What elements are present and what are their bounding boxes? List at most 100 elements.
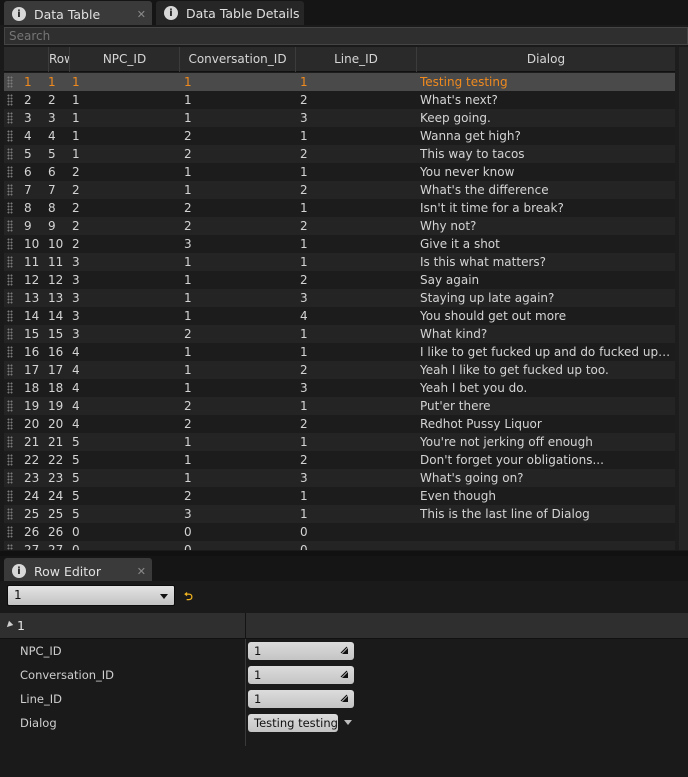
table-row[interactable]: 7 7 2 1 2 What's the difference: [4, 181, 675, 199]
chevron-down-icon[interactable]: [344, 720, 352, 725]
npc-id-field[interactable]: 1: [248, 642, 354, 660]
cell-npc-id: 3: [72, 291, 80, 305]
drag-handle-icon[interactable]: [7, 220, 13, 232]
drag-handle-icon[interactable]: [7, 274, 13, 286]
cell-dialog: This way to tacos: [420, 147, 525, 161]
drag-handle-icon[interactable]: [7, 202, 13, 214]
table-row[interactable]: 3 3 1 1 3 Keep going.: [4, 109, 675, 127]
drag-handle-icon[interactable]: [7, 184, 13, 196]
drag-handle-icon[interactable]: [7, 418, 13, 430]
tab-data-table[interactable]: i Data Table ✕: [4, 1, 152, 25]
drag-handle-icon[interactable]: [7, 310, 13, 322]
tab-data-table-details[interactable]: i Data Table Details: [156, 1, 304, 25]
table-row[interactable]: 10 10 2 3 1 Give it a shot: [4, 235, 675, 253]
cell-row: 8: [48, 201, 56, 215]
drag-handle-icon[interactable]: [7, 472, 13, 484]
table-row[interactable]: 13 13 3 1 3 Staying up late again?: [4, 289, 675, 307]
drag-handle-icon[interactable]: [7, 130, 13, 142]
close-icon[interactable]: ✕: [137, 8, 146, 21]
table-row[interactable]: 18 18 4 1 3 Yeah I bet you do.: [4, 379, 675, 397]
category-header[interactable]: 1: [0, 613, 688, 639]
cell-line-id: 1: [300, 237, 308, 251]
drag-handle-icon[interactable]: [7, 238, 13, 250]
cell-dialog: Keep going.: [420, 111, 491, 125]
table-row[interactable]: 5 5 1 2 2 This way to tacos: [4, 145, 675, 163]
cell-line-id: 1: [300, 327, 308, 341]
drag-resize-icon[interactable]: [339, 669, 349, 679]
column-header-row[interactable]: Row: [48, 47, 69, 72]
cell-row: 15: [48, 327, 64, 341]
table-row[interactable]: 11 11 3 1 1 Is this what matters?: [4, 253, 675, 271]
drag-handle-icon[interactable]: [7, 76, 13, 88]
table-row[interactable]: 4 4 1 2 1 Wanna get high?: [4, 127, 675, 145]
table-row[interactable]: 20 20 4 2 2 Redhot Pussy Liquor: [4, 415, 675, 433]
line-id-field[interactable]: 1: [248, 690, 354, 708]
reset-arrow-icon[interactable]: ⮌: [184, 588, 193, 607]
cell-row: 5: [48, 147, 56, 161]
table-row[interactable]: 24 24 5 2 1 Even though: [4, 487, 675, 505]
dialog-field[interactable]: Testing testing: [248, 714, 338, 732]
cell-line-id: 2: [300, 183, 308, 197]
drag-handle-icon[interactable]: [7, 328, 13, 340]
column-header-npc-id[interactable]: NPC_ID: [69, 47, 179, 72]
column-header-dialog[interactable]: Dialog: [416, 47, 675, 72]
cell-npc-id: 5: [72, 435, 80, 449]
drag-handle-icon[interactable]: [7, 400, 13, 412]
cell-dialog: This is the last line of Dialog: [420, 507, 590, 521]
cell-row: 11: [48, 255, 64, 269]
table-row[interactable]: 25 25 5 3 1 This is the last line of Dialog: [4, 505, 675, 523]
cell-row: 6: [48, 165, 56, 179]
drag-handle-icon[interactable]: [7, 454, 13, 466]
table-row[interactable]: 15 15 3 2 1 What kind?: [4, 325, 675, 343]
cell-line-id: 1: [300, 129, 308, 143]
cell-index: 11: [24, 255, 40, 269]
row-select-dropdown[interactable]: 1: [7, 585, 175, 606]
table-row[interactable]: 16 16 4 1 1 I like to get fucked up and do fu…: [4, 343, 675, 361]
table-row[interactable]: 19 19 4 2 1 Put'er there: [4, 397, 675, 415]
drag-handle-icon[interactable]: [7, 490, 13, 502]
table-row[interactable]: 12 12 3 1 2 Say again: [4, 271, 675, 289]
drag-handle-icon[interactable]: [7, 526, 13, 538]
drag-handle-icon[interactable]: [7, 256, 13, 268]
table-row[interactable]: 2 2 1 1 2 What's next?: [4, 91, 675, 109]
column-header-conversation-id[interactable]: Conversation_ID: [179, 47, 295, 72]
tab-row-editor[interactable]: i Row Editor ✕: [4, 558, 152, 582]
search-input[interactable]: [4, 27, 688, 45]
drag-handle-icon[interactable]: [7, 166, 13, 178]
table-row[interactable]: 26 26 0 0 0: [4, 523, 675, 541]
drag-handle-icon[interactable]: [7, 508, 13, 520]
table-row[interactable]: 6 6 2 1 1 You never know: [4, 163, 675, 181]
column-header-index[interactable]: [4, 47, 48, 72]
cell-npc-id: 3: [72, 273, 80, 287]
table-row[interactable]: 1 1 1 1 1 Testing testing: [4, 73, 675, 91]
conversation-id-field[interactable]: 1: [248, 666, 354, 684]
table-row[interactable]: 27 27 0 0 0: [4, 541, 675, 550]
drag-handle-icon[interactable]: [7, 544, 13, 550]
table-row[interactable]: 23 23 5 1 3 What's going on?: [4, 469, 675, 487]
drag-handle-icon[interactable]: [7, 436, 13, 448]
drag-handle-icon[interactable]: [7, 112, 13, 124]
cell-index: 5: [24, 147, 32, 161]
table-row[interactable]: 17 17 4 1 2 Yeah I like to get fucked up too.: [4, 361, 675, 379]
cell-conversation-id: 1: [184, 273, 192, 287]
drag-handle-icon[interactable]: [7, 148, 13, 160]
drag-resize-icon[interactable]: [339, 645, 349, 655]
cell-conversation-id: 1: [184, 345, 192, 359]
table-row[interactable]: 9 9 2 2 2 Why not?: [4, 217, 675, 235]
cell-npc-id: 5: [72, 453, 80, 467]
drag-handle-icon[interactable]: [7, 346, 13, 358]
drag-handle-icon[interactable]: [7, 94, 13, 106]
cell-npc-id: 5: [72, 471, 80, 485]
table-row[interactable]: 22 22 5 1 2 Don't forget your obligations...: [4, 451, 675, 469]
collapse-arrow-icon[interactable]: [4, 620, 14, 630]
table-row[interactable]: 14 14 3 1 4 You should get out more: [4, 307, 675, 325]
drag-handle-icon[interactable]: [7, 364, 13, 376]
drag-handle-icon[interactable]: [7, 382, 13, 394]
column-header-line-id[interactable]: Line_ID: [295, 47, 416, 72]
close-icon[interactable]: ✕: [137, 565, 146, 578]
drag-resize-icon[interactable]: [339, 693, 349, 703]
table-row[interactable]: 21 21 5 1 1 You're not jerking off enough: [4, 433, 675, 451]
table-row[interactable]: 8 8 2 2 1 Isn't it time for a break?: [4, 199, 675, 217]
drag-handle-icon[interactable]: [7, 292, 13, 304]
table-scrollbar[interactable]: [679, 47, 688, 550]
